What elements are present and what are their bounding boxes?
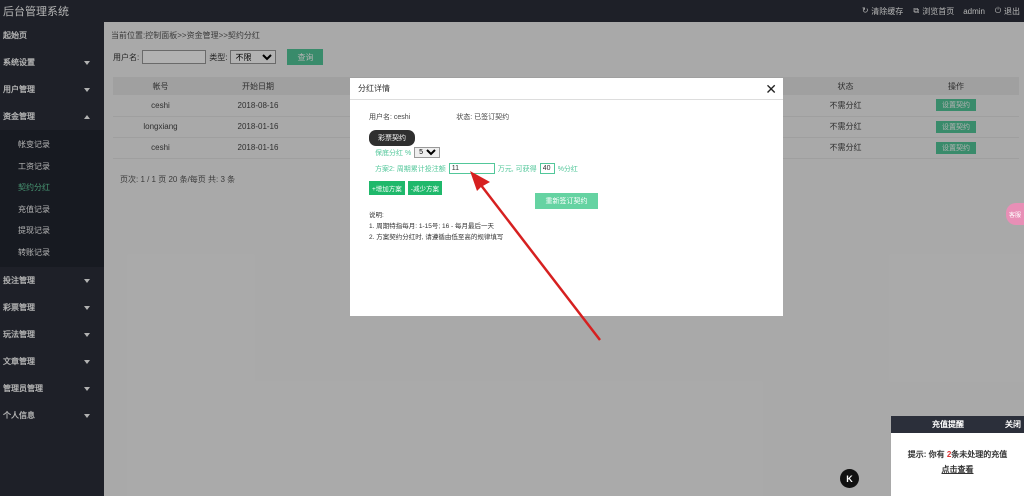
remove-plan-button[interactable]: -减少方案 [407, 181, 442, 195]
plan-buttons: +增加方案 -减少方案 [369, 181, 442, 195]
notice-body: 提示: 你有 2条未处理的充值 点击查看 [891, 433, 1024, 477]
recharge-notice: 充值提醒 关闭 提示: 你有 2条未处理的充值 点击查看 [891, 416, 1024, 496]
modal-info-row: 用户名: ceshi 状态: 已签订契约 [369, 112, 509, 122]
modal-notes: 说明: 1. 周期特指每月: 1-15号; 16 - 每月最后一天 2. 方案契… [369, 210, 503, 243]
lottery-contract-tag[interactable]: 彩票契约 [369, 130, 415, 146]
notice-view-link[interactable]: 点击查看 [891, 462, 1024, 477]
modal-header: 分红详情 [350, 78, 783, 100]
modal-title: 分红详情 [358, 84, 390, 93]
resign-contract-button[interactable]: 重新签订契约 [535, 193, 598, 209]
customer-service-tab[interactable]: 客服 [1006, 203, 1024, 225]
note-line: 1. 周期特指每月: 1-15号; 16 - 每月最后一天 [369, 223, 494, 230]
modal-username: 用户名: ceshi [369, 114, 411, 121]
guaranteed-rate-row: 保底分红 % 5% [375, 147, 441, 158]
plan-amount-input[interactable] [448, 163, 495, 174]
notice-title: 充值提醒 [932, 420, 964, 429]
notice-header: 充值提醒 关闭 [891, 416, 1024, 433]
plan-unit: 万元, 可获得 [497, 165, 537, 173]
dividend-detail-modal: 分红详情 ✕ 用户名: ceshi 状态: 已签订契约 彩票契约 保底分红 % … [350, 78, 783, 316]
modal-status: 状态: 已签订契约 [456, 114, 510, 121]
plan-row: 方案2: 周期累计投注额 万元, 可获得 %分红 [375, 163, 578, 174]
guaranteed-rate-select[interactable]: 5% [414, 147, 441, 158]
add-plan-button[interactable]: +增加方案 [369, 181, 405, 195]
note-line: 2. 方案契约分红时, 请遵循由低至高的规律填写 [369, 234, 504, 241]
brand-logo: K [840, 469, 859, 488]
plan-percent-unit: %分红 [557, 165, 578, 173]
notes-title: 说明: [369, 212, 384, 219]
notice-close-button[interactable]: 关闭 [1005, 419, 1024, 430]
close-icon[interactable]: ✕ [765, 81, 777, 98]
plan-label: 方案2: 周期累计投注额 [375, 165, 446, 173]
guaranteed-rate-label: 保底分红 % [375, 149, 412, 157]
plan-percent-input[interactable] [539, 163, 555, 174]
notice-text: 提示: 你有 2条未处理的充值 [907, 450, 1008, 459]
